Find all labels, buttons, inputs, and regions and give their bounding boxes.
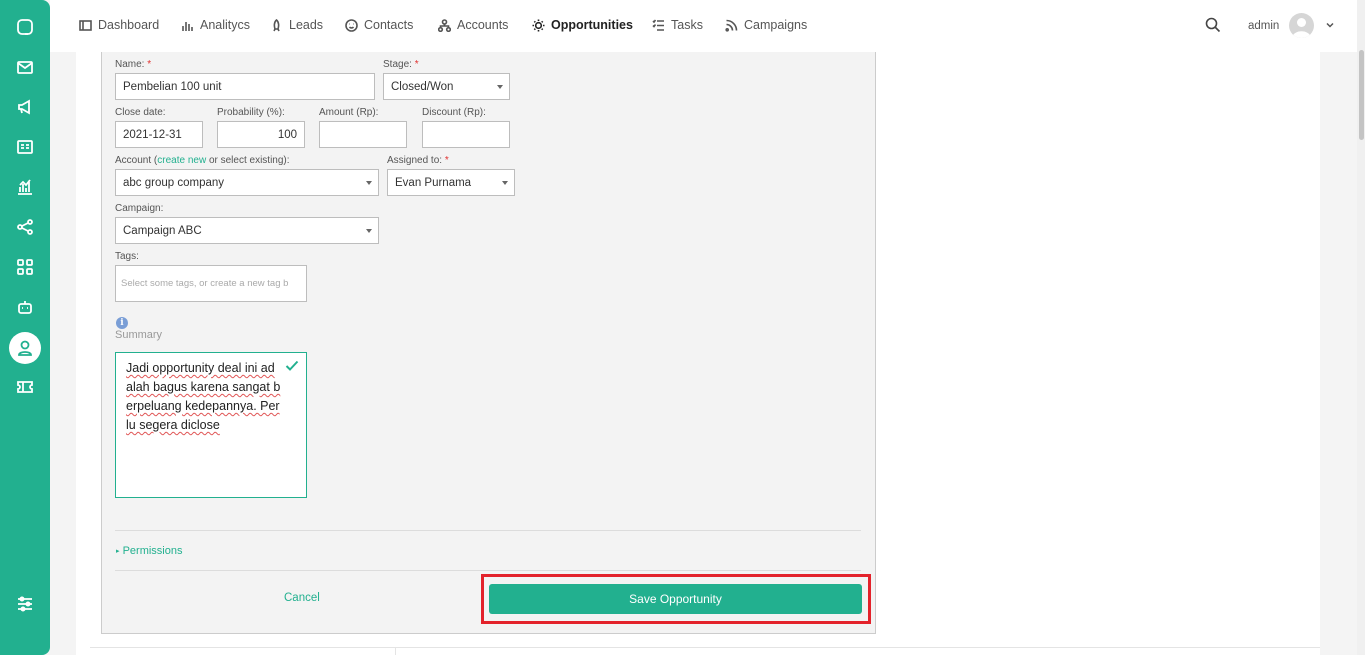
name-label: Name: * (115, 59, 152, 70)
divider (115, 530, 861, 531)
dropdown-caret-icon (502, 180, 508, 185)
nav-tasks[interactable]: Tasks (652, 18, 703, 32)
footer-divider (395, 648, 396, 655)
close-date-label: Close date: (115, 107, 166, 118)
tags-label: Tags: (115, 251, 139, 262)
discount-field[interactable] (422, 121, 510, 148)
apps-icon[interactable] (11, 253, 39, 281)
megaphone-icon[interactable] (11, 93, 39, 121)
name-field[interactable]: Pembelian 100 unit (115, 73, 375, 100)
search-icon[interactable] (1205, 17, 1221, 33)
account-label: Account (create new or select existing): (115, 155, 290, 166)
campaign-select[interactable]: Campaign ABC (115, 217, 379, 244)
summary-label: Summary (115, 329, 163, 341)
rss-icon (725, 19, 738, 32)
layout-icon (79, 19, 92, 31)
info-icon[interactable]: i (116, 317, 128, 329)
id-card-icon[interactable] (11, 133, 39, 161)
chat-icon[interactable] (11, 13, 39, 41)
amount-label: Amount (Rp): (319, 107, 379, 118)
triangle-right-icon: ▸ (116, 548, 120, 555)
avatar[interactable] (1289, 13, 1314, 38)
cancel-button[interactable]: Cancel (284, 592, 320, 604)
account-select[interactable]: abc group company (115, 169, 379, 196)
nav-opportunities[interactable]: Opportunities (532, 18, 633, 32)
campaign-label: Campaign: (115, 203, 164, 214)
checklist-icon (652, 19, 664, 31)
footer-divider (90, 647, 1320, 648)
stage-select[interactable]: Closed/Won (383, 73, 510, 100)
share-icon[interactable] (11, 213, 39, 241)
close-date-field[interactable]: 2021-12-31 (115, 121, 203, 148)
assigned-label: Assigned to: * (387, 155, 449, 166)
nav-dashboard[interactable]: Dashboard (79, 18, 159, 32)
summary-textarea[interactable]: Jadi opportunity deal ini adalah bagus k… (115, 352, 307, 498)
settings-sliders-icon[interactable] (11, 590, 39, 618)
stage-label: Stage: * (383, 59, 419, 70)
dropdown-caret-icon (366, 228, 372, 233)
rocket-icon (273, 18, 280, 31)
chart-icon[interactable] (11, 173, 39, 201)
check-icon (285, 360, 299, 371)
nav-campaigns[interactable]: Campaigns (725, 18, 807, 32)
robot-icon[interactable] (11, 293, 39, 321)
assigned-select[interactable]: Evan Purnama (387, 169, 515, 196)
divider (115, 570, 861, 571)
create-new-account-link[interactable]: create new (157, 155, 206, 166)
amount-field[interactable] (319, 121, 407, 148)
sun-icon (532, 19, 545, 31)
tags-input[interactable]: Select some tags, or create a new tag b (115, 265, 307, 302)
nav-leads[interactable]: Leads (270, 18, 323, 32)
user-name[interactable]: admin (1248, 20, 1279, 32)
nav-contacts[interactable]: Contacts (345, 18, 413, 32)
chevron-down-icon[interactable] (1325, 20, 1335, 30)
dropdown-caret-icon (497, 84, 503, 89)
sidebar (0, 0, 50, 655)
hierarchy-icon (438, 18, 451, 32)
ticket-icon[interactable] (11, 373, 39, 401)
nav-accounts[interactable]: Accounts (438, 18, 508, 32)
discount-label: Discount (Rp): (422, 107, 486, 118)
bar-chart-icon (182, 21, 193, 31)
probability-label: Probability (%): (217, 107, 285, 118)
mail-icon[interactable] (11, 53, 39, 81)
scrollbar-thumb[interactable] (1359, 50, 1364, 140)
smiley-icon (345, 18, 358, 32)
probability-field[interactable]: 100 (217, 121, 305, 148)
permissions-toggle[interactable]: ▸ Permissions (116, 545, 182, 557)
save-opportunity-button[interactable]: Save Opportunity (489, 584, 862, 614)
user-icon[interactable] (9, 332, 41, 364)
nav-analytics[interactable]: Analitycs (181, 18, 250, 32)
dropdown-caret-icon (366, 180, 372, 185)
